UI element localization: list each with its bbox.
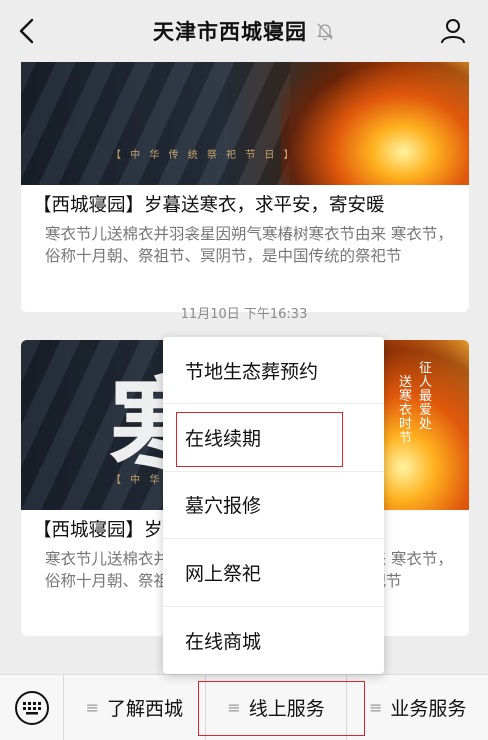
menu-lines-icon: ≡ — [227, 698, 241, 717]
service-submenu: 节地生态葬预约 在线续期 墓穴报修 网上祭祀 在线商城 — [163, 337, 384, 674]
message-timestamp: 11月10日 下午16:33 — [180, 307, 308, 322]
chat-header: 天津市西城寝园 — [0, 0, 488, 62]
menu-lines-icon: ≡ — [85, 698, 100, 717]
person-icon — [441, 19, 465, 44]
banner-fire — [280, 62, 469, 185]
menu-button-business-services[interactable]: ≡ 业务服务 — [347, 675, 488, 740]
menu-button-about[interactable]: ≡ 了解西城 — [64, 674, 206, 740]
article-title: 【西城寝园】岁暮送寒衣，求平安，寄安暖 — [33, 195, 385, 216]
article-description: 寒衣节儿送棉衣并羽衾星因朔气寒椿树寒衣节由来 寒衣节，俗称十月朝、祭祖节、冥阴节… — [45, 225, 453, 265]
chat-title: 天津市西城寝园 — [153, 20, 307, 44]
menu-button-label: 了解西城 — [107, 698, 184, 720]
back-chevron-icon — [19, 18, 34, 44]
submenu-item-online-store[interactable]: 在线商城 — [163, 607, 384, 674]
submenu-item-burial-booking[interactable]: 节地生态葬预约 — [163, 337, 384, 405]
profile-button[interactable] — [436, 14, 470, 48]
submenu-item-grave-repair[interactable]: 墓穴报修 — [163, 472, 384, 540]
menu-button-online-services[interactable]: ≡ 线上服务 — [206, 674, 348, 740]
keyboard-icon — [14, 690, 49, 725]
article-card[interactable]: 【 中 华 传 统 祭 祀 节 日 】 【西城寝园】岁暮送寒衣，求平安，寄安暖 … — [21, 62, 469, 312]
bell-muted-icon — [315, 21, 335, 41]
bottom-menu-bar: ≡ 了解西城 ≡ 线上服务 ≡ 业务服务 — [0, 674, 488, 740]
banner-caption: 【 中 华 传 统 祭 祀 节 日 】 — [111, 150, 297, 161]
banner-vertical-text: 送寒衣时节 — [399, 375, 413, 446]
banner-vertical-text: 征人最爱处 — [419, 361, 433, 432]
back-button[interactable] — [10, 14, 44, 48]
title-wrap: 天津市西城寝园 — [153, 16, 335, 46]
menu-button-label: 业务服务 — [390, 698, 467, 720]
keyboard-toggle-button[interactable] — [0, 674, 64, 740]
menu-button-label: 线上服务 — [248, 698, 325, 720]
banner-tile — [21, 62, 290, 185]
menu-lines-icon: ≡ — [368, 698, 383, 717]
article-banner-image: 【 中 华 传 统 祭 祀 节 日 】 — [21, 62, 469, 185]
submenu-item-online-memorial[interactable]: 网上祭祀 — [163, 539, 384, 607]
submenu-item-online-renewal[interactable]: 在线续期 — [163, 404, 384, 472]
